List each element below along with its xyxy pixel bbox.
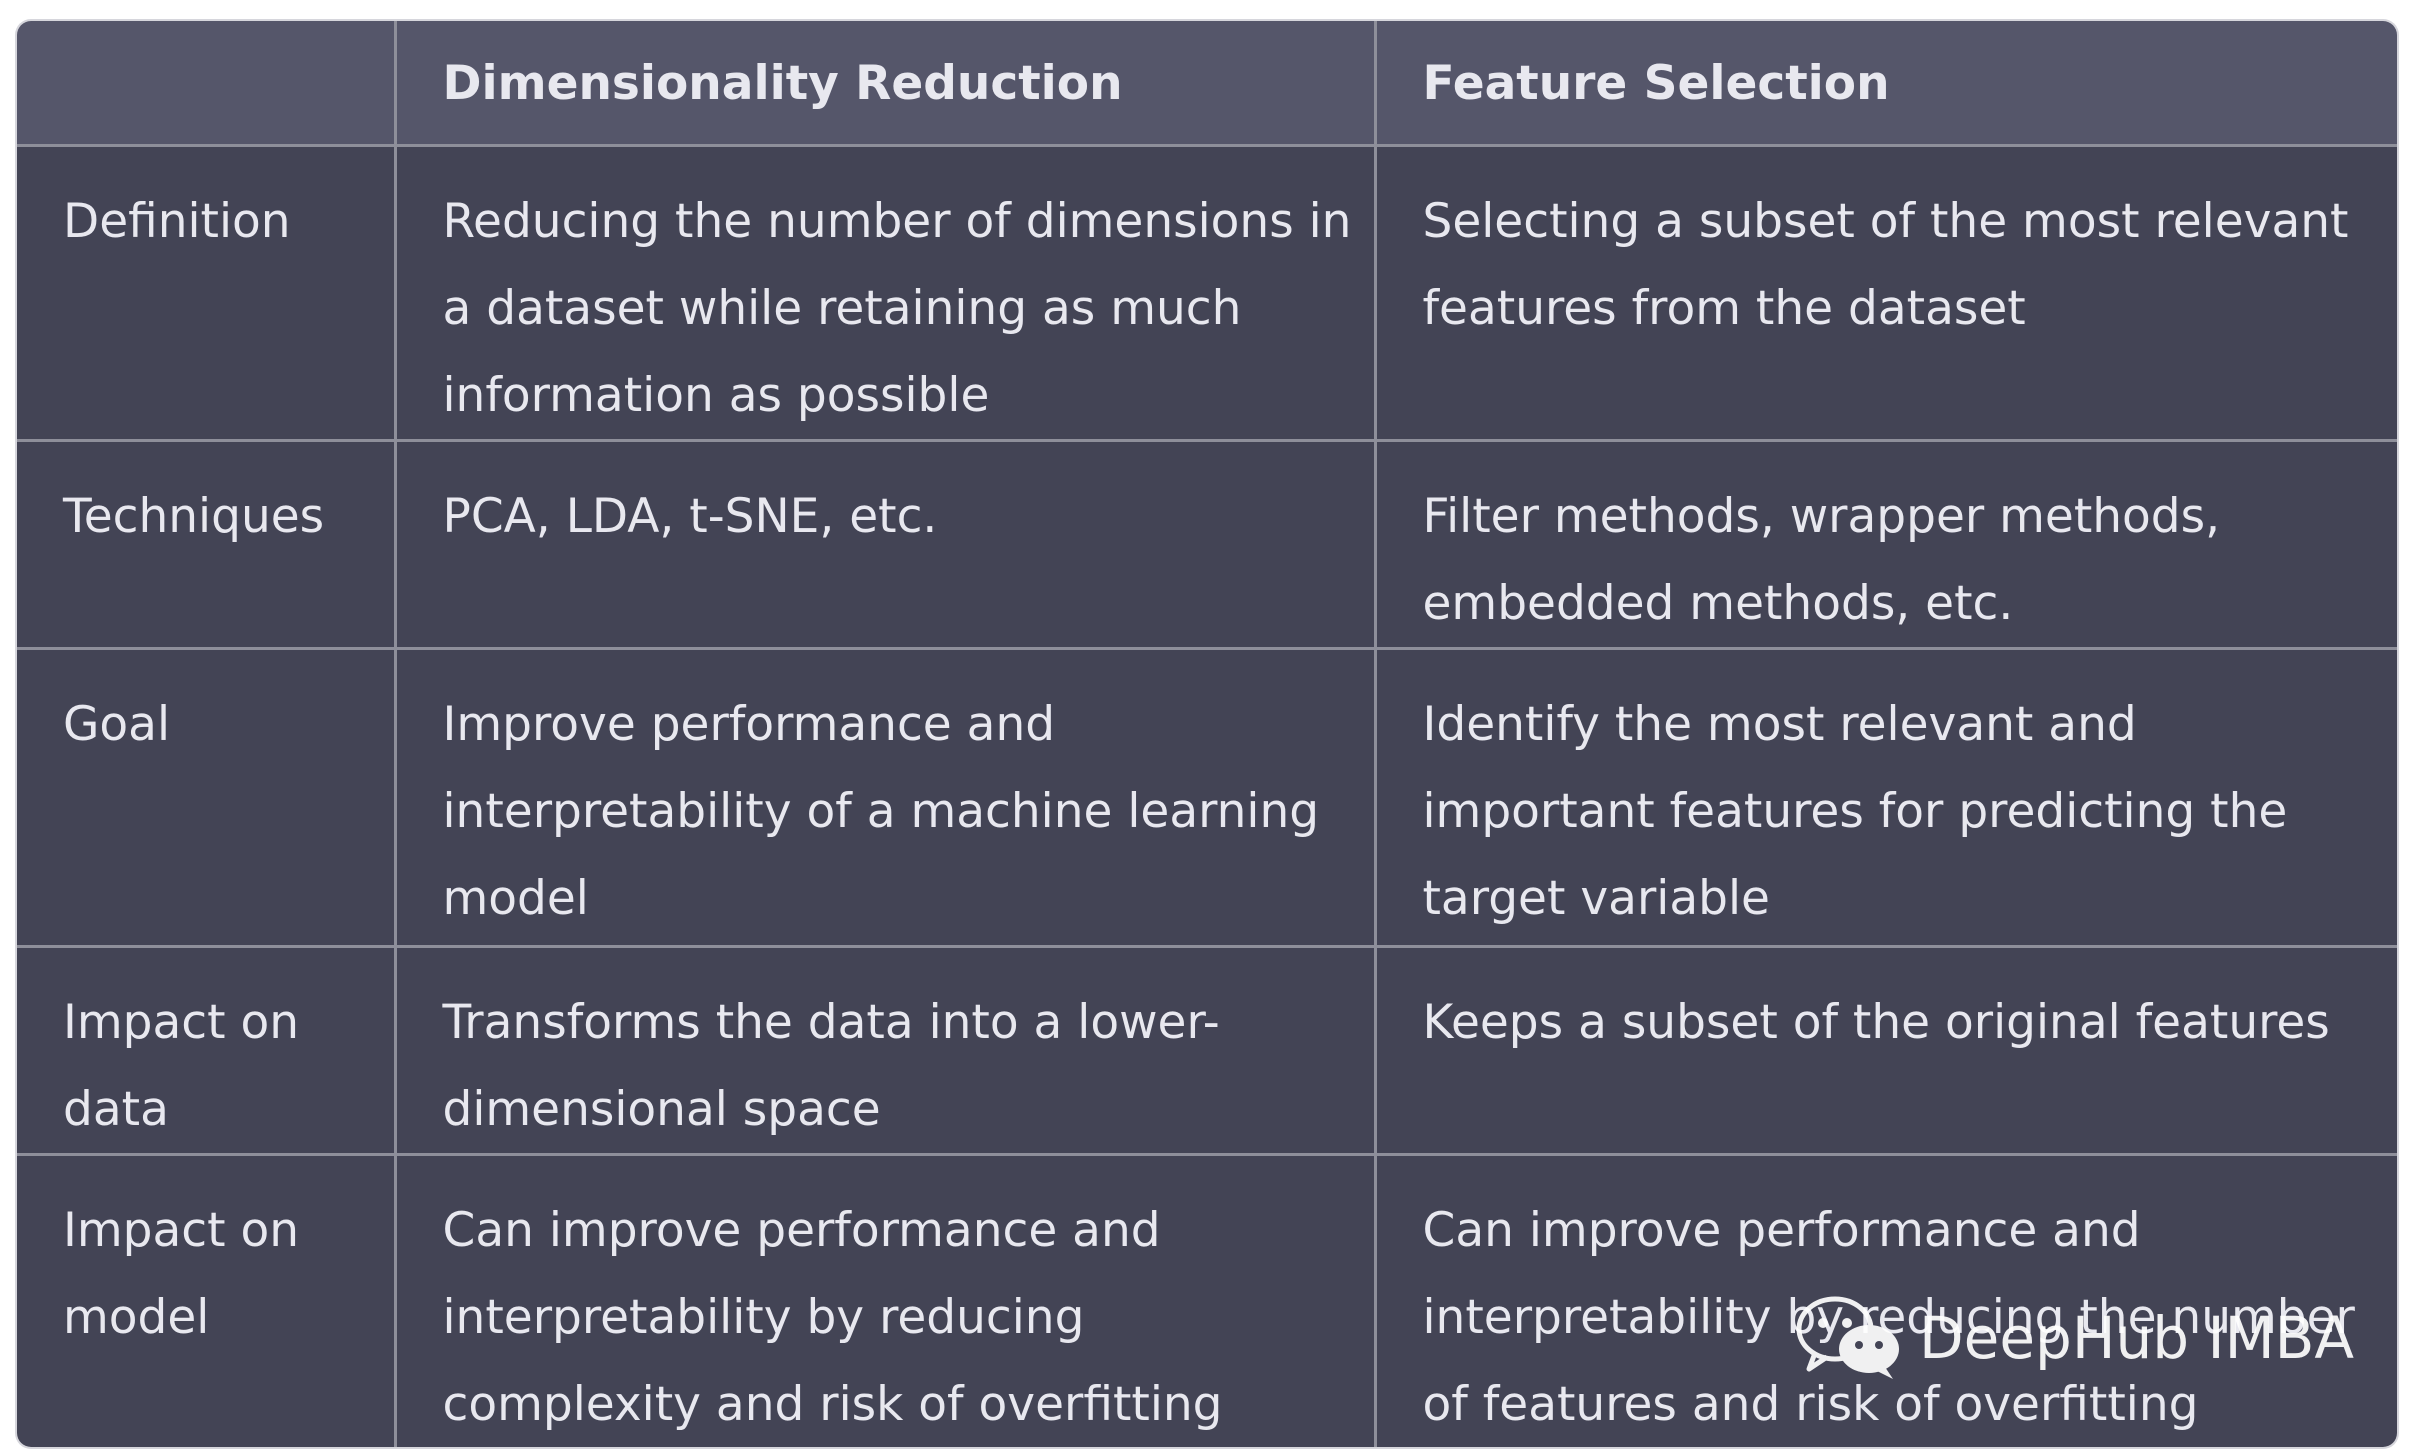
comparison-table: Dimensionality Reduction Feature Selecti… [17, 21, 2397, 1447]
watermark: DeepHub IMBA [1795, 1288, 2354, 1388]
row-label: Goal [17, 646, 397, 948]
cell-feature-selection: Selecting a subset of the most relevant … [1373, 143, 2397, 442]
header-dimensionality-reduction: Dimensionality Reduction [393, 21, 1377, 147]
cell-dimensionality-reduction: PCA, LDA, t-SNE, etc. [393, 438, 1377, 650]
header-feature-selection: Feature Selection [1373, 21, 2397, 147]
row-label: Impact on data [17, 944, 397, 1156]
comparison-table-container: Dimensionality Reduction Feature Selecti… [17, 21, 2397, 1447]
row-label: Impact on model [17, 1152, 397, 1447]
table-row: Definition Reducing the number of dimens… [17, 143, 2397, 442]
cell-dimensionality-reduction: Can improve performance and interpretabi… [393, 1152, 1377, 1447]
watermark-text: DeepHub IMBA [1919, 1304, 2355, 1372]
table-row: Techniques PCA, LDA, t-SNE, etc. Filter … [17, 438, 2397, 650]
cell-feature-selection: Filter methods, wrapper methods, embedde… [1373, 438, 2397, 650]
cell-dimensionality-reduction: Reducing the number of dimensions in a d… [393, 143, 1377, 442]
cell-feature-selection: Identify the most relevant and important… [1373, 646, 2397, 948]
row-label: Definition [17, 143, 397, 442]
header-empty [17, 21, 397, 147]
table-header-row: Dimensionality Reduction Feature Selecti… [17, 21, 2397, 147]
cell-dimensionality-reduction: Improve performance and interpretability… [393, 646, 1377, 948]
cell-dimensionality-reduction: Transforms the data into a lower-dimensi… [393, 944, 1377, 1156]
row-label: Techniques [17, 438, 397, 650]
wechat-icon [1796, 1296, 1899, 1379]
table-row: Goal Improve performance and interpretab… [17, 646, 2397, 948]
cell-feature-selection: Keeps a subset of the original features [1373, 944, 2397, 1156]
table-row: Impact on data Transforms the data into … [17, 944, 2397, 1156]
